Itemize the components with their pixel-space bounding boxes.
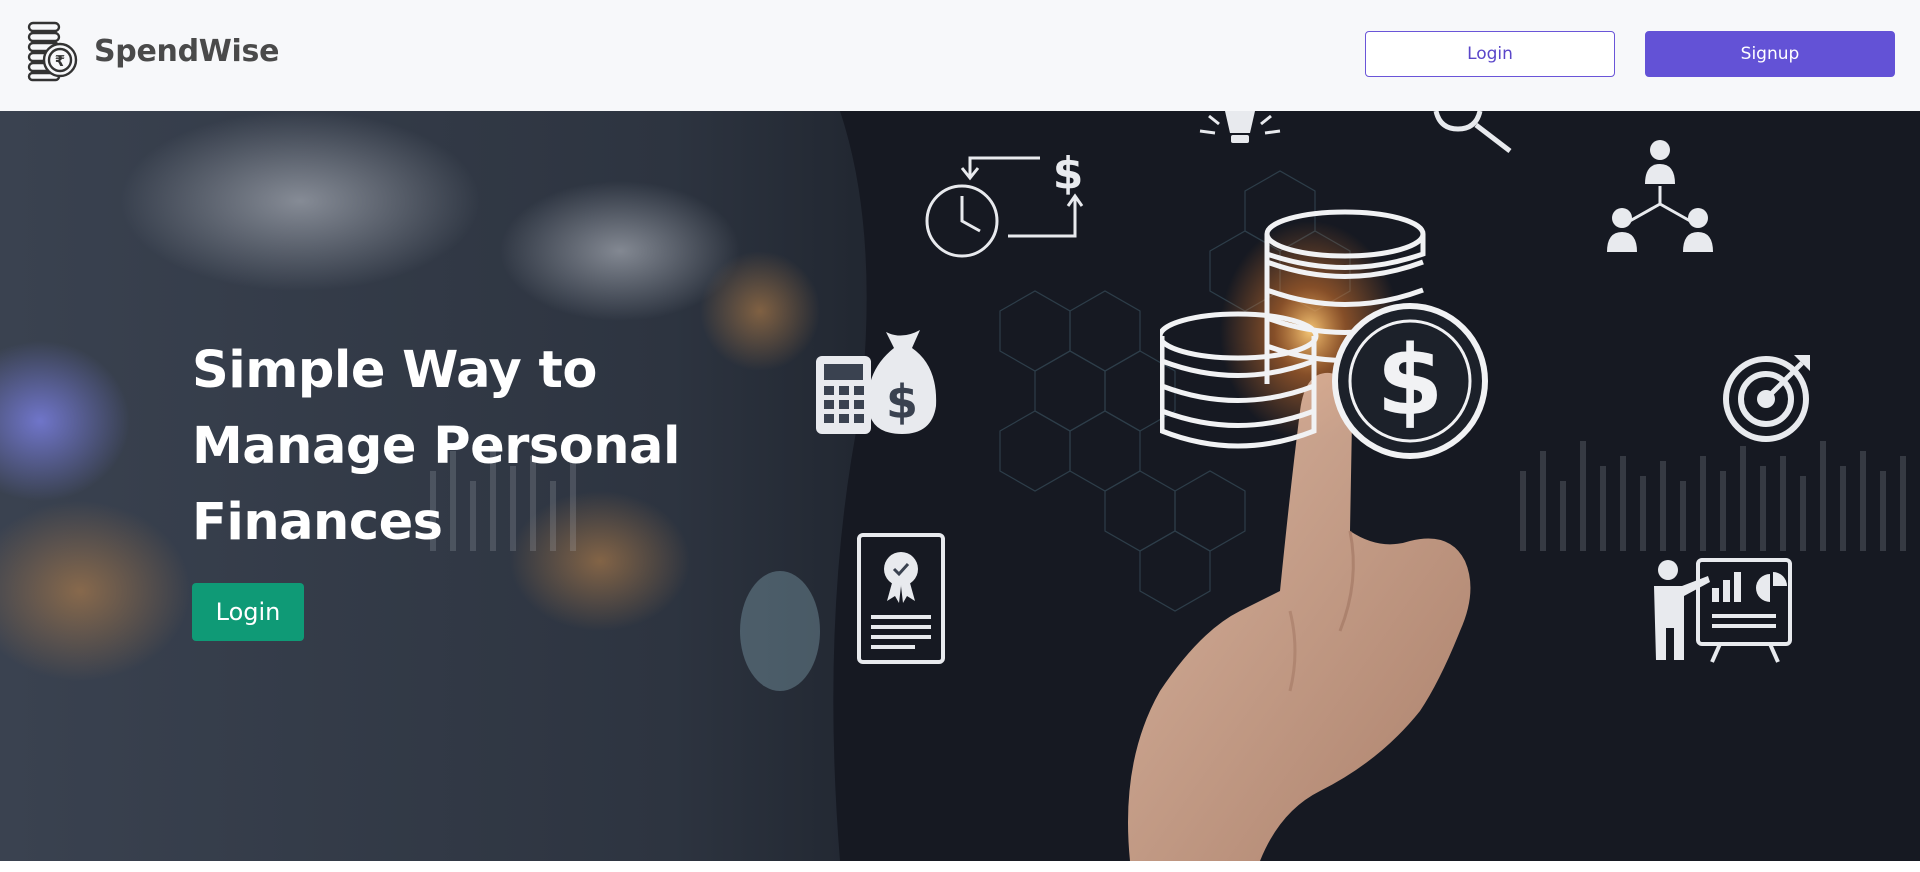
target-arrow-icon	[1723, 355, 1810, 442]
calculator-money-bag-icon: $	[816, 330, 937, 434]
hero-section: $ $ $ Simple Way to Manage Personal Fina…	[0, 111, 1920, 861]
top-navbar: ₹ SpendWise Login Signup	[0, 0, 1920, 111]
org-chart-people-icon	[1607, 140, 1713, 252]
lightbulb-icon	[1199, 111, 1281, 143]
magnifier-icon	[1433, 111, 1512, 153]
brand[interactable]: ₹ SpendWise	[26, 20, 279, 82]
hero-title: Simple Way to Manage Personal Finances	[192, 341, 680, 552]
page-bottom-edge	[0, 861, 1920, 872]
presenter-chart-icon	[1654, 558, 1792, 663]
certificate-document-icon	[857, 533, 945, 664]
nav-signup-button[interactable]: Signup	[1645, 31, 1895, 77]
svg-text:$: $	[886, 375, 918, 429]
nav-login-button[interactable]: Login	[1365, 31, 1615, 77]
svg-text:₹: ₹	[55, 52, 65, 70]
brand-name: SpendWise	[94, 33, 280, 69]
hero-login-button[interactable]: Login	[192, 583, 304, 641]
coin-stacks-dollar-icon: $	[1160, 209, 1488, 459]
coin-stack-rupee-icon: ₹	[27, 21, 78, 82]
svg-text:$: $	[1377, 325, 1444, 437]
svg-text:$: $	[1053, 148, 1084, 199]
clock-dollar-cycle-icon: $	[925, 148, 1084, 258]
